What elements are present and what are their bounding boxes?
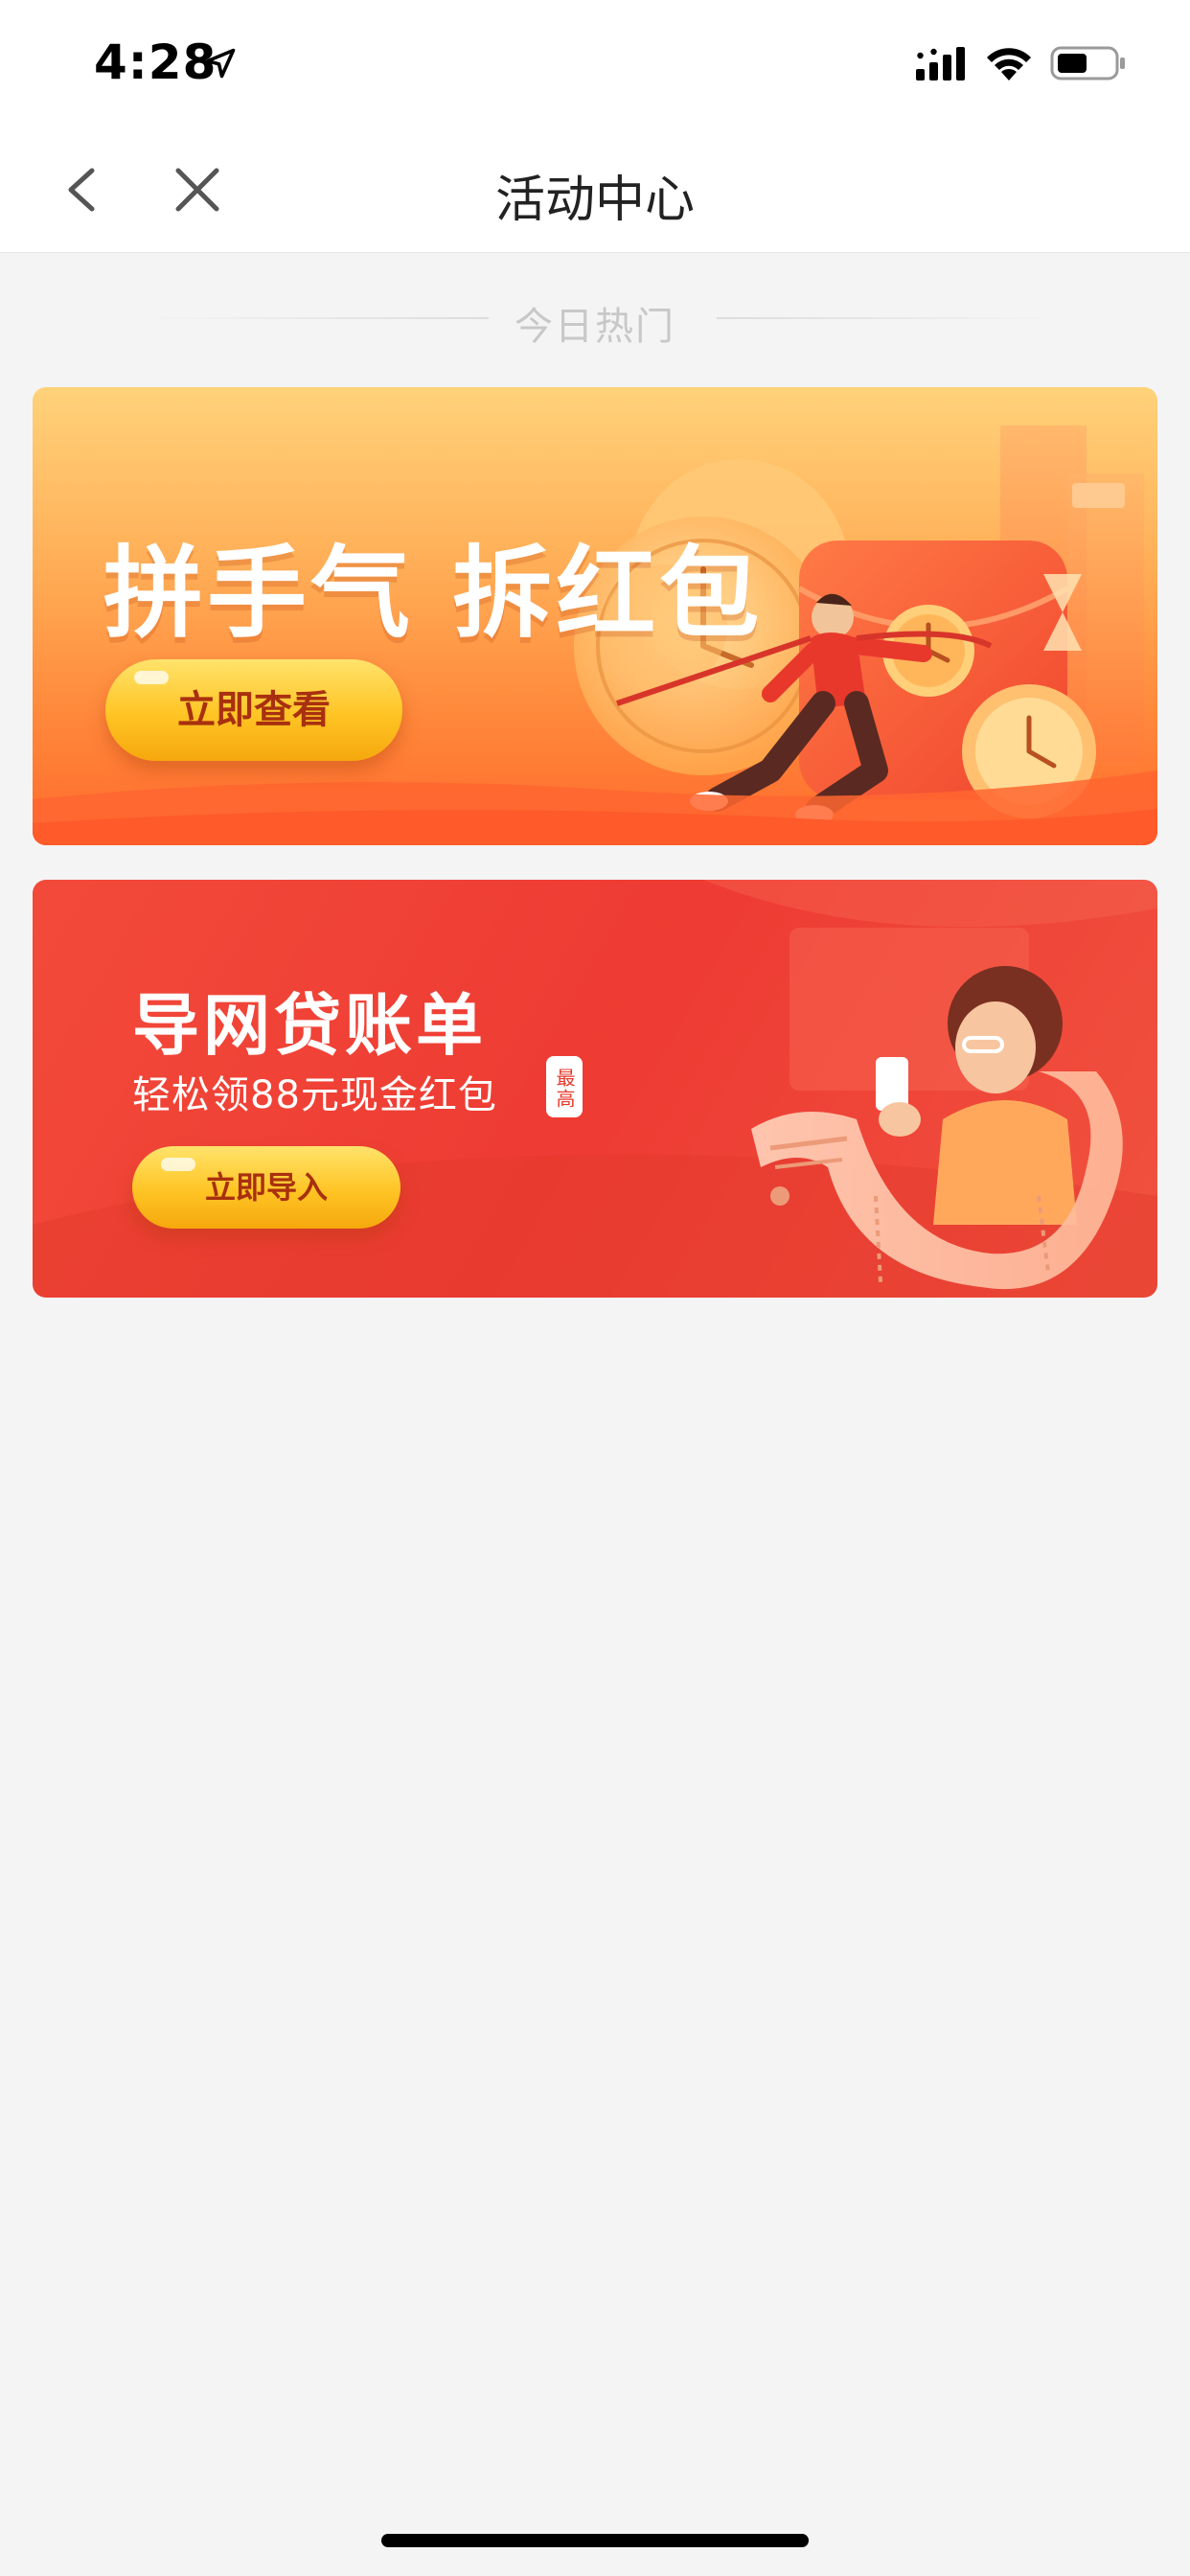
cellular-signal-icon bbox=[916, 47, 965, 80]
battery-icon bbox=[1050, 46, 1125, 80]
loan-bill-banner[interactable]: 导网贷账单 轻松领88元现金红包 最高 立即导入 bbox=[33, 880, 1157, 1298]
view-now-button[interactable]: 立即查看 bbox=[105, 659, 402, 761]
banner-subtitle: 轻松领88元现金红包 bbox=[132, 1073, 497, 1117]
status-bar: 4:28 bbox=[0, 0, 1190, 126]
divider-right bbox=[717, 317, 1062, 319]
section-title: 今日热门 bbox=[515, 305, 675, 349]
wifi-icon bbox=[987, 48, 1031, 80]
nav-bar: 活动中心 bbox=[0, 126, 1190, 253]
home-indicator[interactable] bbox=[381, 2534, 809, 2547]
location-arrow-icon bbox=[205, 48, 236, 79]
banner-title: 导网贷账单 bbox=[132, 986, 487, 1065]
max-badge: 最高 bbox=[546, 1056, 583, 1117]
page-title: 活动中心 bbox=[494, 172, 695, 229]
import-now-button[interactable]: 立即导入 bbox=[132, 1146, 400, 1229]
red-envelope-banner[interactable]: 拼手气 拆红包 立即查看 bbox=[33, 387, 1157, 845]
status-time: 4:28 bbox=[94, 34, 217, 90]
section-header: 今日热门 bbox=[0, 288, 1190, 349]
banner-title: 拼手气 拆红包 bbox=[103, 535, 764, 652]
